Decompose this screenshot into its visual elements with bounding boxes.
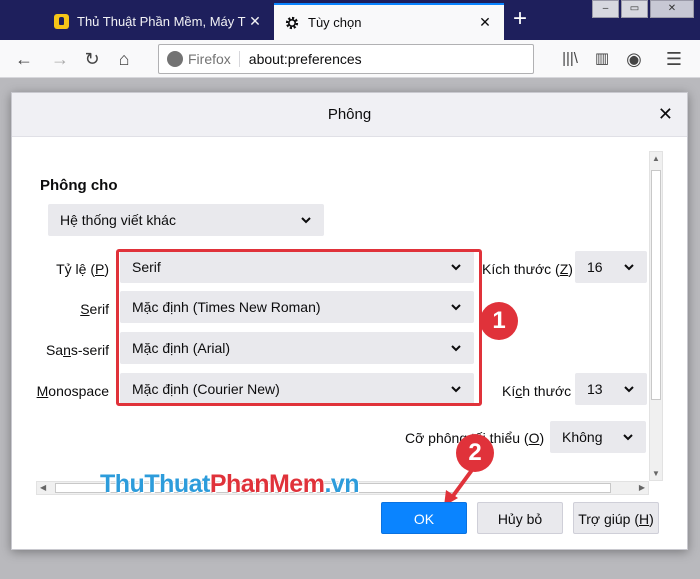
monospace-label: Monospace [36,383,109,399]
tab-preferences[interactable]: Tùy chọn ✕ [274,3,504,40]
identity-label: Firefox [188,51,240,67]
menu-icon[interactable]: ☰ [662,48,686,70]
dialog-title: Phông [327,106,372,123]
tab-strip: Thủ Thuật Phần Mềm, Máy Tính ✕ Tùy chọn … [0,0,700,40]
tab-label: Thủ Thuật Phần Mềm, Máy Tính [77,14,246,29]
window-controls: – ▭ ✕ [592,0,694,18]
monospace-size-label: Kích thước [502,383,572,399]
cancel-button[interactable]: Hủy bỏ [477,502,563,534]
dialog-close-icon[interactable]: ✕ [658,103,673,125]
language-select-value: Hệ thống viết khác [60,212,176,228]
watermark: ThuThuatPhanMem.vn [100,470,360,498]
dialog-header: Phông ✕ [12,93,687,137]
fonts-dialog: Phông ✕ ▲ ▼ Phông cho Hệ thống viết khác… [11,92,688,550]
reload-icon[interactable]: ↻ [80,48,104,70]
chevron-down-icon [624,264,634,271]
ok-button[interactable]: OK [381,502,467,534]
tab-label: Tùy chọn [308,15,362,30]
chevron-down-icon [623,434,633,441]
step-1-badge: 1 [480,302,518,340]
size-label: Kích thước (Z) [482,261,573,277]
forward-arrow-icon[interactable]: → [48,48,72,70]
account-icon[interactable]: ◉ [622,48,646,70]
serif-label: Serif [80,301,109,317]
library-icon[interactable]: |||\ [558,48,582,70]
language-select[interactable]: Hệ thống viết khác [48,204,324,236]
scroll-up-icon[interactable]: ▲ [650,154,662,163]
sidebar-icon[interactable]: ▥ [590,48,614,70]
highlight-box [116,249,482,406]
chevron-down-icon [624,386,634,393]
nav-toolbar: ← → ↻ ⌂ Firefox about:preferences |||\ ▥… [0,40,700,78]
close-tab-icon[interactable]: ✕ [476,14,494,31]
sans-serif-label: Sans-serif [45,342,109,358]
maximize-button[interactable]: ▭ [621,0,648,18]
size-select[interactable]: 16 [575,251,647,283]
step-2-badge: 2 [456,434,494,472]
minimize-button[interactable]: – [592,0,619,18]
gear-icon [285,16,299,29]
close-tab-icon[interactable]: ✕ [246,13,264,30]
minimum-font-size-select[interactable]: Không [550,421,646,453]
home-icon[interactable]: ⌂ [112,48,136,70]
firefox-identity-icon [167,51,183,67]
chevron-down-icon [301,217,311,224]
vertical-scrollbar[interactable]: ▲ ▼ [649,151,663,481]
address-bar[interactable]: Firefox about:preferences [158,44,534,74]
tab-thuthuat[interactable]: Thủ Thuật Phần Mềm, Máy Tính ✕ [44,3,274,40]
proportional-label: Tỷ lệ (P) [56,261,109,277]
new-tab-button[interactable]: + [506,6,534,34]
fonts-for-label: Phông cho [40,177,118,194]
scroll-down-icon[interactable]: ▼ [650,469,662,478]
scroll-right-icon[interactable]: ▶ [639,482,645,494]
scroll-thumb[interactable] [651,170,661,400]
back-arrow-icon[interactable]: ← [12,48,36,70]
window-close-button[interactable]: ✕ [650,0,694,18]
scroll-left-icon[interactable]: ◀ [40,482,46,494]
help-button[interactable]: Trợ giúp (H) [573,502,659,534]
bulb-favicon-icon [54,14,69,29]
monospace-size-select[interactable]: 13 [575,373,647,405]
url-text[interactable]: about:preferences [249,51,362,67]
